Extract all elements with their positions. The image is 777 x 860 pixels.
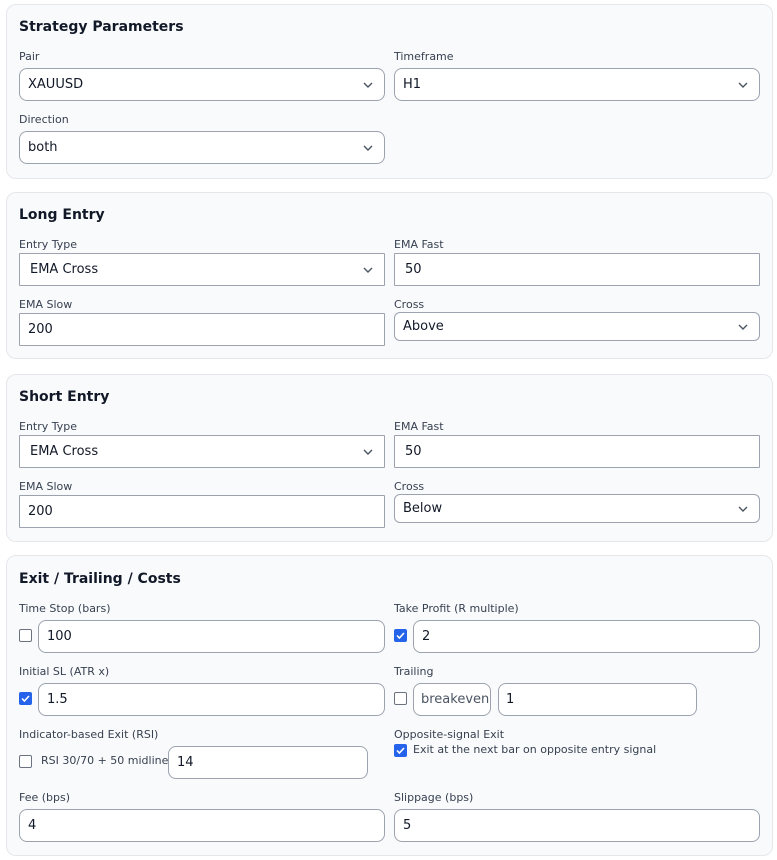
- short-ema-fast-input[interactable]: 50: [394, 435, 760, 468]
- check-icon: [396, 632, 405, 639]
- entry-type-value: EMA Cross: [30, 262, 99, 277]
- pair-select[interactable]: XAUUSD: [19, 68, 385, 101]
- card-title: Short Entry: [19, 389, 110, 405]
- chevron-down-icon: [737, 79, 749, 91]
- timeframe-select[interactable]: H1: [394, 68, 760, 101]
- short-cross-select[interactable]: Below: [394, 494, 760, 523]
- pair-label: Pair: [19, 50, 40, 63]
- timeframe-label: Timeframe: [394, 50, 454, 63]
- chevron-down-icon: [362, 79, 374, 91]
- check-icon: [21, 695, 30, 702]
- chevron-down-icon: [362, 446, 374, 458]
- chevron-down-icon: [737, 321, 749, 333]
- direction-label: Direction: [19, 113, 69, 126]
- chevron-down-icon: [362, 142, 374, 154]
- card-title: Strategy Parameters: [19, 19, 184, 35]
- fee-label: Fee (bps): [19, 791, 71, 804]
- initial-sl-checkbox[interactable]: [19, 692, 32, 705]
- direction-select[interactable]: both: [19, 131, 385, 164]
- rsi-exit-checkbox[interactable]: [19, 755, 32, 768]
- opposite-signal-text: Exit at the next bar on opposite entry s…: [413, 743, 657, 756]
- cross-label: Cross: [394, 298, 425, 311]
- long-ema-fast-input[interactable]: 50: [394, 253, 760, 286]
- trailing-label: Trailing: [394, 665, 434, 678]
- slippage-input[interactable]: 5: [394, 809, 760, 842]
- long-entry-type-select[interactable]: EMA Cross: [19, 253, 385, 286]
- cross-value: Above: [403, 319, 444, 334]
- entry-type-label: Entry Type: [19, 238, 78, 251]
- short-entry-card: Short Entry Entry Type EMA Cross EMA Fas…: [6, 374, 773, 542]
- strategy-parameters-card: Strategy Parameters Pair XAUUSD Timefram…: [6, 4, 773, 179]
- rsi-period-input[interactable]: 14: [168, 746, 368, 779]
- short-ema-slow-input[interactable]: 200: [19, 495, 385, 528]
- take-profit-checkbox[interactable]: [394, 629, 407, 642]
- rsi-exit-label: Indicator-based Exit (RSI): [19, 728, 159, 741]
- cross-label: Cross: [394, 480, 425, 493]
- rsi-option-text: RSI 30/70 + 50 midline: [41, 754, 169, 767]
- entry-type-label: Entry Type: [19, 420, 78, 433]
- ema-fast-label: EMA Fast: [394, 238, 444, 251]
- take-profit-input[interactable]: 2: [413, 620, 760, 653]
- pair-value: XAUUSD: [28, 77, 84, 92]
- slippage-label: Slippage (bps): [394, 791, 474, 804]
- long-cross-select[interactable]: Above: [394, 312, 760, 341]
- cross-value: Below: [403, 501, 443, 516]
- check-icon: [396, 747, 405, 754]
- fee-input[interactable]: 4: [19, 809, 385, 842]
- ema-fast-label: EMA Fast: [394, 420, 444, 433]
- direction-value: both: [28, 140, 58, 155]
- chevron-down-icon: [737, 503, 749, 515]
- take-profit-label: Take Profit (R multiple): [394, 602, 519, 615]
- short-entry-type-select[interactable]: EMA Cross: [19, 435, 385, 468]
- long-entry-card: Long Entry Entry Type EMA Cross EMA Fast…: [6, 192, 773, 359]
- opposite-signal-label: Opposite-signal Exit: [394, 728, 505, 741]
- time-stop-label: Time Stop (bars): [19, 602, 111, 615]
- timeframe-value: H1: [403, 77, 422, 92]
- time-stop-input[interactable]: 100: [38, 620, 385, 653]
- long-ema-slow-input[interactable]: 200: [19, 313, 385, 346]
- ema-slow-label: EMA Slow: [19, 480, 73, 493]
- entry-type-value: EMA Cross: [30, 444, 99, 459]
- ema-slow-label: EMA Slow: [19, 298, 73, 311]
- opposite-signal-checkbox[interactable]: [394, 744, 407, 757]
- initial-sl-input[interactable]: 1.5: [38, 683, 385, 716]
- chevron-down-icon: [362, 264, 374, 276]
- time-stop-checkbox[interactable]: [19, 629, 32, 642]
- card-title: Long Entry: [19, 207, 105, 223]
- initial-sl-label: Initial SL (ATR x): [19, 665, 110, 678]
- exit-trailing-costs-card: Exit / Trailing / Costs Time Stop (bars)…: [6, 555, 773, 856]
- trailing-mode-select[interactable]: breakeven: [413, 683, 491, 716]
- trailing-checkbox[interactable]: [394, 692, 407, 705]
- card-title: Exit / Trailing / Costs: [19, 571, 181, 587]
- trailing-value-input[interactable]: 1: [498, 683, 697, 716]
